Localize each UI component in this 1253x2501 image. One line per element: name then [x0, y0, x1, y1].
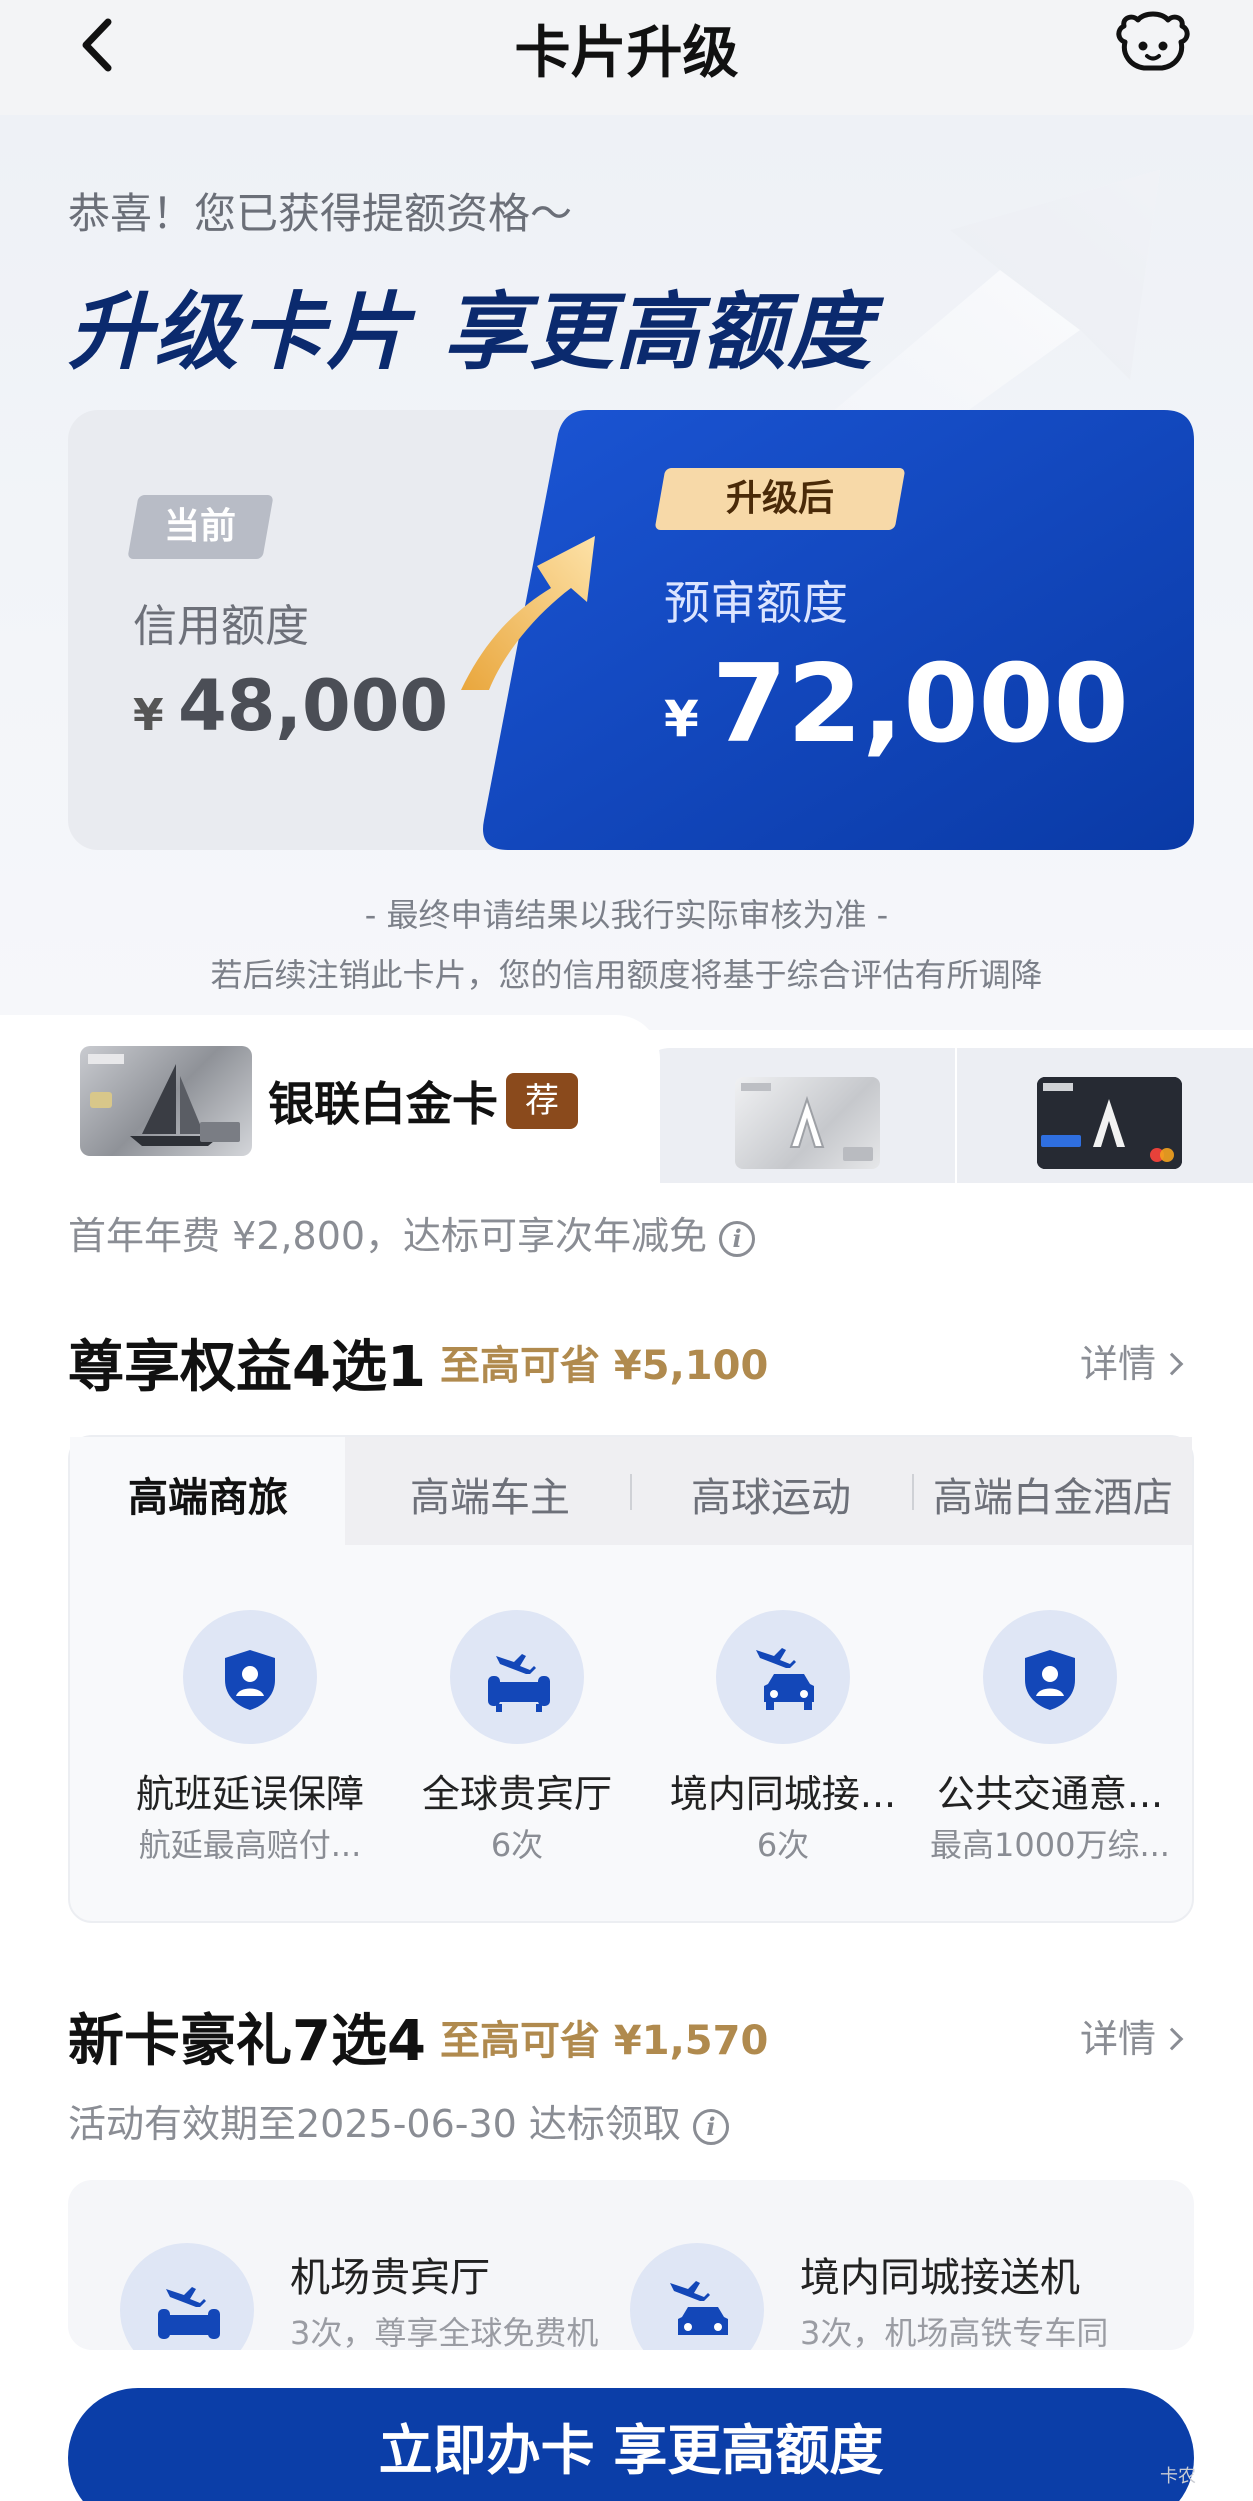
limit-adjust-note: 若后续注销此卡片，您的信用额度将基于综合评估有所调降 [210, 956, 1043, 994]
annual-fee-text: 首年年费 ¥2,800，达标可享次年减免 i [68, 1205, 756, 1260]
hero-title: 升级卡片 享更高额度 [68, 283, 874, 381]
benefit-item-title: 公共交通意... [936, 1772, 1164, 1816]
benefit-item-sub: 6次 [490, 1826, 544, 1864]
benefit-item-title: 航班延误保障 [135, 1772, 364, 1816]
info-icon[interactable]: i [692, 2108, 729, 2145]
gift-item-title: 境内同城接送机 [800, 2255, 1080, 2301]
benefit-item-title: 全球贵宾厅 [421, 1772, 612, 1816]
benefits-detail-link[interactable]: 详情 [1080, 1333, 1184, 1388]
shield-user-icon[interactable] [983, 1610, 1117, 1744]
upgraded-tag: 升级后 [654, 468, 906, 530]
platinum-card-image [80, 1046, 252, 1156]
benefit-item-title: 境内同城接... [669, 1772, 897, 1816]
tab-divider [630, 1474, 632, 1510]
card-option-silver[interactable] [735, 1077, 880, 1169]
recommend-badge: 荐 [506, 1073, 578, 1129]
current-tag: 当前 [127, 495, 274, 559]
benefits-title: 尊享权益4选1 [68, 1335, 426, 1400]
plane-sofa-icon[interactable] [450, 1610, 584, 1744]
gift-item-sub: 3次，尊享全球免费机 [290, 2314, 599, 2352]
page-title: 卡片升级 [514, 21, 739, 86]
benefit-item-sub: 航延最高赔付... [138, 1826, 362, 1864]
benefits-max-save: 至高可省 ¥5,100 [440, 1343, 769, 1389]
upgraded-limit-amount: 72,000 [712, 642, 1129, 767]
disclaimer-note: - 最终申请结果以我行实际审核为准 - [364, 896, 889, 934]
plane-car-icon[interactable] [716, 1610, 850, 1744]
benefit-item-sub: 6次 [756, 1826, 810, 1864]
activity-period: 活动有效期至2025-06-30 达标领取 i [68, 2093, 729, 2148]
tab-car-owner[interactable]: 高端车主 [410, 1465, 570, 1523]
watermark: 卡农 [1160, 2466, 1196, 2487]
chevron-right-icon [1160, 2027, 1184, 2050]
upgraded-currency: ¥ [664, 690, 699, 748]
gift-item-title: 机场贵宾厅 [290, 2255, 490, 2301]
upgraded-limit-label: 预审额度 [664, 576, 848, 630]
tab-golf[interactable]: 高球运动 [691, 1465, 851, 1523]
current-limit-label: 信用额度 [133, 601, 309, 652]
upgrade-arrow-icon [461, 536, 595, 690]
shield-user-icon[interactable] [183, 1610, 317, 1744]
apply-now-button[interactable]: 立即办卡 享更高额度 [68, 2388, 1194, 2501]
tab-divider [912, 1474, 914, 1510]
gifts-detail-link[interactable]: 详情 [1080, 2008, 1184, 2063]
current-limit-amount: 48,000 [178, 665, 449, 747]
customer-service-button[interactable] [1110, 10, 1196, 80]
gifts-title: 新卡豪礼7选4 [68, 2009, 426, 2074]
current-currency: ¥ [133, 690, 164, 741]
info-icon[interactable]: i [719, 1220, 756, 1257]
tab-platinum-hotel[interactable]: 高端白金酒店 [933, 1465, 1173, 1523]
gifts-max-save: 至高可省 ¥1,570 [440, 2018, 769, 2064]
customer-service-robot-icon [1116, 11, 1190, 71]
card-option-dark[interactable] [1037, 1077, 1182, 1169]
card-name: 银联白金卡 [268, 1077, 498, 1131]
congrats-text: 恭喜！您已获得提额资格～ [68, 189, 573, 238]
gift-item-sub: 3次，机场高铁专车同 [800, 2314, 1109, 2352]
benefit-item-sub: 最高1000万综... [930, 1826, 1170, 1864]
chevron-right-icon [1160, 1352, 1184, 1375]
card-tab-divider [955, 1048, 957, 1183]
tab-business-travel[interactable]: 高端商旅 [128, 1465, 288, 1523]
